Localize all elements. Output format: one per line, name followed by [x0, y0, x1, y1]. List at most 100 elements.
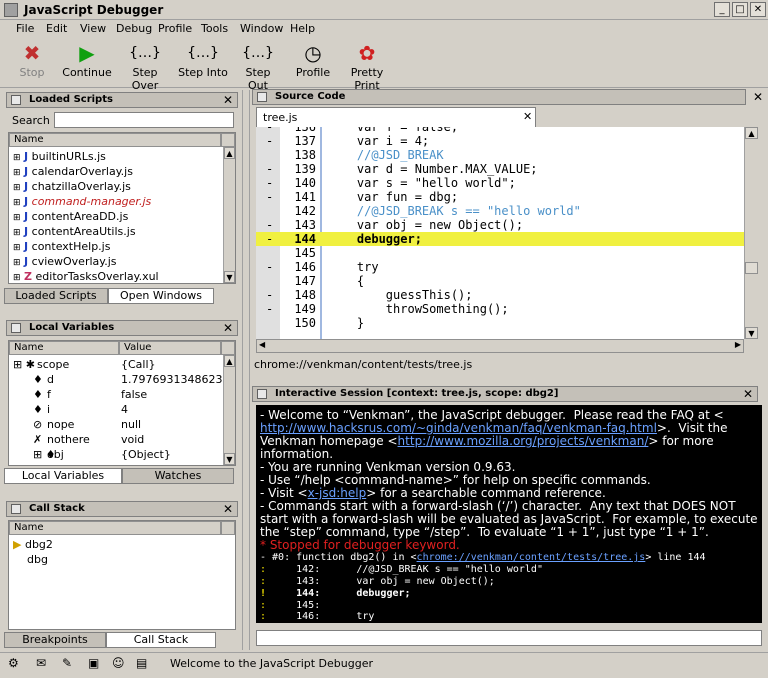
scroll-up-icon[interactable]: ▲	[224, 355, 235, 367]
column-picker-icon[interactable]	[221, 521, 235, 535]
script-item[interactable]: ⊞ J contentAreaDD.js	[13, 209, 128, 224]
tab-breakpoints[interactable]: Breakpoints	[4, 632, 106, 648]
breakable-marker[interactable]: -	[266, 288, 280, 302]
expand-icon[interactable]: ⊞	[13, 213, 21, 223]
close-icon[interactable]: ✕	[753, 90, 763, 104]
addressbook-icon[interactable]: ▣	[88, 656, 99, 670]
menu-file[interactable]: File	[16, 22, 34, 35]
menu-profile[interactable]: Profile	[158, 22, 192, 35]
code-line[interactable]: 147 {	[256, 274, 744, 288]
composer-icon[interactable]: ✎	[62, 656, 72, 670]
chat-icon[interactable]: ☺	[112, 656, 125, 670]
source-tab[interactable]: tree.js ✕	[256, 107, 536, 127]
minimize-button[interactable]: _	[714, 2, 730, 17]
pretty-print-button[interactable]: ✿ Pretty Print	[340, 42, 394, 92]
code-line[interactable]: -143 var obj = new Object();	[256, 218, 744, 232]
expand-icon[interactable]: ⊞	[13, 273, 21, 283]
expand-icon[interactable]: ⊞	[13, 258, 21, 268]
column-name[interactable]: Name	[9, 133, 221, 147]
menu-help[interactable]: Help	[290, 22, 315, 35]
variable-row[interactable]: ♦ d 1.7976931348623...	[9, 372, 233, 387]
code-line[interactable]: 145	[256, 246, 744, 260]
close-icon[interactable]: ✕	[223, 502, 233, 516]
tab-loaded-scripts[interactable]: Loaded Scripts	[4, 288, 108, 304]
step-out-button[interactable]: {…} Step Out	[234, 42, 282, 92]
breakable-marker[interactable]: -	[266, 232, 280, 246]
menu-debug[interactable]: Debug	[116, 22, 152, 35]
column-picker-icon[interactable]	[221, 341, 235, 355]
breakable-marker[interactable]: -	[266, 127, 280, 134]
breakable-marker[interactable]: -	[266, 260, 280, 274]
script-item[interactable]: ⊞ J cviewOverlay.js	[13, 254, 117, 269]
homepage-link[interactable]: http://www.mozilla.org/projects/venkman/	[398, 434, 649, 448]
column-name[interactable]: Name	[9, 341, 119, 355]
profile-button[interactable]: ◷ Profile	[294, 42, 332, 79]
variable-row[interactable]: ♦ i 4	[9, 402, 221, 417]
menu-window[interactable]: Window	[240, 22, 283, 35]
expand-icon[interactable]: ⊞	[13, 198, 21, 208]
step-into-button[interactable]: {…} Step Into	[178, 42, 228, 79]
variable-row[interactable]: ♦ f false	[9, 387, 221, 402]
navigator-icon[interactable]: ⚙	[8, 656, 19, 670]
code-line[interactable]: -139 var d = Number.MAX_VALUE;	[256, 162, 744, 176]
close-button[interactable]: ✕	[750, 2, 766, 17]
scroll-down-icon[interactable]: ▼	[224, 453, 235, 465]
column-value[interactable]: Value	[119, 341, 221, 355]
close-tab-icon[interactable]: ✕	[523, 110, 532, 123]
close-icon[interactable]: ✕	[223, 321, 233, 335]
close-icon[interactable]: ✕	[223, 93, 233, 107]
panel-grip-icon[interactable]	[11, 504, 21, 514]
code-line[interactable]: -137 var i = 4;	[256, 134, 744, 148]
panel-grip-icon[interactable]	[257, 92, 267, 102]
variable-row[interactable]: ⊞ ✱ scope {Call}	[9, 357, 221, 372]
scroll-down-icon[interactable]: ▼	[745, 327, 758, 339]
breakable-marker[interactable]: -	[266, 134, 280, 148]
breakable-marker[interactable]: -	[266, 190, 280, 204]
vertical-splitter[interactable]	[242, 90, 250, 650]
code-line[interactable]: -148 guessThis();	[256, 288, 744, 302]
panel-grip-icon[interactable]	[257, 389, 267, 399]
code-vscrollbar[interactable]: ▲ ▼	[744, 127, 758, 339]
scrollbar[interactable]: ▲ ▼	[223, 147, 235, 283]
code-line[interactable]: 138 //@JSD_BREAK	[256, 148, 744, 162]
panel-grip-icon[interactable]	[11, 323, 21, 333]
variable-row[interactable]: ⊞ ♦ obj {Object}	[9, 447, 221, 462]
expand-icon[interactable]: ⊞	[13, 228, 21, 238]
expand-icon[interactable]: ⊞	[13, 183, 21, 193]
stop-button[interactable]: ✖ Stop	[12, 42, 52, 79]
script-item[interactable]: ⊞ J command-manager.js	[13, 194, 151, 209]
column-name[interactable]: Name	[9, 521, 221, 535]
script-item[interactable]: ⊞ J chatzillaOverlay.js	[13, 179, 131, 194]
session-input[interactable]	[256, 630, 762, 646]
scroll-down-icon[interactable]: ▼	[224, 271, 235, 283]
panel-grip-icon[interactable]	[11, 95, 21, 105]
continue-button[interactable]: ▶ Continue	[60, 42, 114, 79]
menu-edit[interactable]: Edit	[46, 22, 67, 35]
search-input[interactable]	[54, 112, 234, 128]
debugger-icon[interactable]: ▤	[136, 656, 147, 670]
tab-watches[interactable]: Watches	[122, 468, 234, 484]
scroll-up-icon[interactable]: ▲	[745, 127, 758, 139]
code-line[interactable]: -140 var s = "hello world";	[256, 176, 744, 190]
code-line[interactable]: 142 //@JSD_BREAK s == "hello world"	[256, 204, 744, 218]
menu-tools[interactable]: Tools	[201, 22, 228, 35]
code-line[interactable]: -146 try	[256, 260, 744, 274]
scroll-thumb[interactable]	[745, 262, 758, 274]
scroll-left-icon[interactable]: ◀	[259, 340, 265, 349]
source-code-view[interactable]: -136 var f = false; -137 var i = 4; 138 //…	[256, 127, 744, 339]
step-over-button[interactable]: {…} Step Over	[118, 42, 172, 92]
source-link[interactable]: chrome://venkman/content/tests/tree.js	[417, 552, 646, 563]
faq-link[interactable]: http://www.hacksrus.com/~ginda/venkman/f…	[260, 421, 657, 435]
script-item[interactable]: ⊞ J contextHelp.js	[13, 239, 110, 254]
code-line[interactable]: -144 debugger;	[256, 232, 744, 246]
breakable-marker[interactable]: -	[266, 302, 280, 316]
variable-row[interactable]: ✗ nothere void	[9, 432, 221, 447]
help-link[interactable]: x-jsd:help	[308, 486, 367, 500]
scroll-right-icon[interactable]: ▶	[735, 340, 741, 349]
session-output[interactable]: - Welcome to “Venkman”, the JavaScript d…	[256, 405, 762, 623]
breakable-marker[interactable]: -	[266, 218, 280, 232]
script-item[interactable]: ⊞ J contentAreaUtils.js	[13, 224, 136, 239]
close-icon[interactable]: ✕	[743, 387, 753, 401]
expand-icon[interactable]: ⊞	[13, 153, 21, 163]
breakable-marker[interactable]: -	[266, 176, 280, 190]
